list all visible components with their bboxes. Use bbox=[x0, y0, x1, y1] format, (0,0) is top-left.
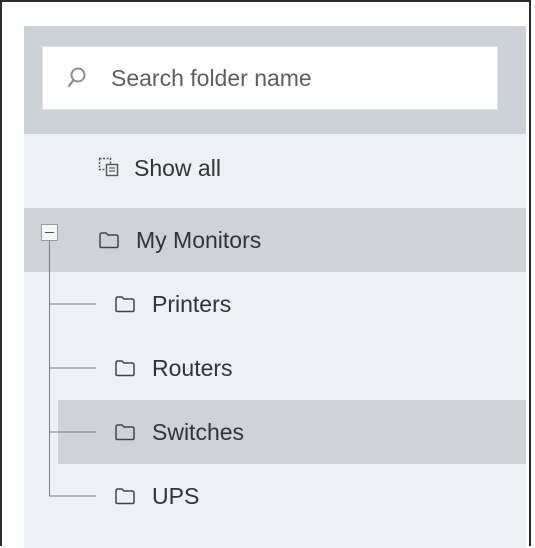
folder-icon bbox=[115, 424, 135, 441]
tree-item-label: Printers bbox=[152, 290, 232, 317]
folder-icon bbox=[115, 296, 135, 313]
search-icon bbox=[67, 67, 86, 88]
search-input[interactable] bbox=[109, 63, 473, 93]
folder-icon bbox=[99, 232, 119, 249]
show-all-button[interactable]: Show all bbox=[98, 146, 221, 190]
tree-item-ups[interactable]: UPS bbox=[58, 464, 526, 528]
folder-icon bbox=[115, 488, 135, 505]
tree-item-label: Routers bbox=[152, 354, 233, 381]
tree-item-label: Switches bbox=[152, 418, 245, 445]
search-bar bbox=[24, 26, 526, 134]
tree-item-routers[interactable]: Routers bbox=[58, 336, 526, 400]
tree-item-label: My Monitors bbox=[136, 226, 262, 253]
folder-icon bbox=[115, 360, 135, 377]
tree-item-printers[interactable]: Printers bbox=[58, 272, 526, 336]
tree-item-label: UPS bbox=[152, 482, 200, 509]
folder-panel: Show all My Monitors Printers Routers Sw bbox=[24, 26, 526, 548]
show-all-icon bbox=[98, 157, 119, 177]
folder-panel-frame: Show all My Monitors Printers Routers Sw bbox=[0, 0, 531, 548]
search-field[interactable] bbox=[42, 46, 498, 110]
tree-item-my-monitors[interactable]: My Monitors bbox=[24, 208, 526, 272]
tree-item-switches[interactable]: Switches bbox=[58, 400, 526, 464]
collapse-toggle-icon[interactable] bbox=[41, 224, 58, 241]
show-all-label: Show all bbox=[134, 154, 221, 181]
